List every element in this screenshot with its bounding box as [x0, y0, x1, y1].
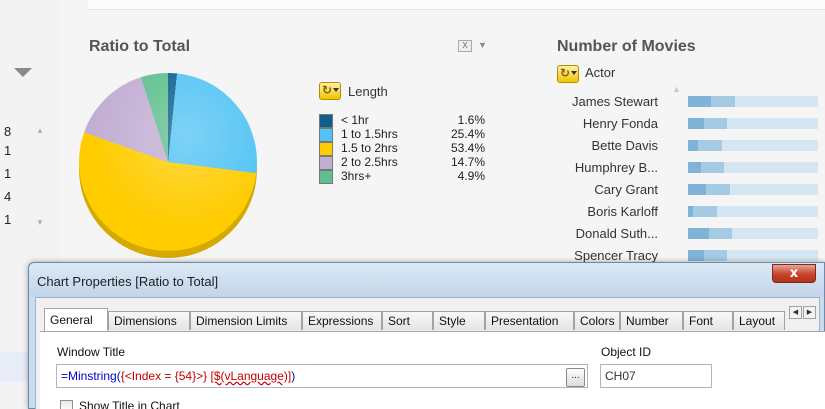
dialog-titlebar[interactable]: Chart Properties [Ratio to Total] x — [29, 263, 824, 297]
actor-name[interactable]: Boris Karloff — [587, 204, 658, 219]
movies-panel-title: Number of Movies — [557, 38, 696, 55]
tab-dimensions[interactable]: Dimensions — [108, 311, 190, 330]
cycle-field-label: Actor — [585, 65, 616, 80]
ratio-panel-title: Ratio to Total — [89, 38, 191, 55]
legend-value: 25.4% — [450, 127, 485, 141]
window-title-label: Window Title — [57, 345, 126, 359]
xl-export-icon[interactable]: X — [458, 40, 472, 52]
chevron-down-icon — [571, 71, 577, 75]
expr-close-paren: ) — [291, 369, 296, 383]
tab-number[interactable]: Number — [620, 311, 683, 330]
tab-scroll-left-icon[interactable]: ◀ — [789, 306, 802, 319]
legend-label: 2 to 2.5hrs — [341, 155, 398, 169]
tab-expressions[interactable]: Expressions — [302, 311, 382, 330]
legend-label: 1 to 1.5hrs — [341, 127, 398, 141]
tab-layout[interactable]: Layout — [733, 311, 785, 330]
legend-label: 1.5 to 2hrs — [341, 141, 398, 155]
actor-bar-value — [688, 250, 704, 261]
cycle-icon: ↻ — [560, 66, 571, 80]
show-title-label: Show Title in Chart — [79, 399, 180, 409]
object-id-input[interactable]: CH07 — [600, 364, 712, 388]
actor-bar[interactable] — [688, 184, 818, 195]
listbox-row[interactable]: 1 — [4, 212, 11, 227]
tab-scroll-right-icon[interactable]: ▶ — [803, 306, 816, 319]
tab-font[interactable]: Font — [683, 311, 733, 330]
legend-value: 53.4% — [450, 141, 485, 155]
cycle-group-button[interactable]: ↻ — [557, 65, 579, 83]
actor-bar-value — [688, 206, 693, 217]
expr-set-analysis: {<Index = {54}>} — [120, 369, 208, 383]
actor-bar-value — [688, 184, 706, 195]
actor-bar[interactable] — [688, 162, 818, 173]
legend-swatch — [319, 128, 333, 142]
cycle-field-label: Length — [348, 84, 388, 99]
listbox-row[interactable]: 4 — [4, 189, 11, 204]
chevron-down-icon — [333, 88, 339, 92]
tab-general[interactable]: General — [44, 308, 108, 331]
actor-bar[interactable] — [688, 206, 818, 217]
listbox-row[interactable]: 1 — [4, 143, 11, 158]
legend-label: < 1hr — [341, 113, 369, 127]
tab-style[interactable]: Style — [433, 311, 485, 330]
actor-bar[interactable] — [688, 96, 818, 107]
actor-bar-value — [688, 162, 701, 173]
scroll-down-icon[interactable]: ▼ — [36, 218, 46, 227]
tab-colors[interactable]: Colors — [574, 311, 620, 330]
window-title-input[interactable]: =Minstring({<Index = {54}>} [$(vLanguage… — [56, 364, 588, 388]
ratio-pie-chart[interactable] — [79, 73, 257, 251]
show-title-checkbox[interactable] — [60, 400, 73, 409]
menu-caret-icon[interactable]: ▼ — [478, 40, 487, 50]
tab-presentation[interactable]: Presentation — [485, 311, 574, 330]
object-id-label: Object ID — [601, 345, 652, 359]
actor-bar-value — [688, 228, 709, 239]
tab-sort[interactable]: Sort — [382, 311, 433, 330]
legend-value: 14.7% — [450, 155, 485, 169]
expr-variable: [$(vLanguage)] — [210, 369, 292, 383]
actor-bar[interactable] — [688, 118, 818, 129]
actor-bar[interactable] — [688, 140, 818, 151]
actor-bar[interactable] — [688, 228, 818, 239]
actor-name[interactable]: Spencer Tracy — [574, 248, 658, 263]
expr-function: Minstring( — [68, 369, 121, 383]
actor-name[interactable]: Cary Grant — [594, 182, 658, 197]
actor-bar-value — [688, 140, 698, 151]
actor-name[interactable]: Henry Fonda — [583, 116, 658, 131]
scroll-up-icon[interactable]: ▲ — [672, 84, 681, 94]
legend-swatch — [319, 114, 333, 128]
expr-equals: = — [61, 369, 69, 383]
dialog-title: Chart Properties [Ratio to Total] — [37, 274, 219, 289]
actor-name[interactable]: James Stewart — [572, 94, 658, 109]
actor-name[interactable]: Humphrey B... — [575, 160, 658, 175]
scroll-up-icon[interactable]: ▲ — [36, 126, 46, 135]
legend-label: 3hrs+ — [341, 169, 372, 183]
close-button[interactable]: x — [772, 264, 816, 283]
actor-bar-value — [688, 96, 711, 107]
expression-browse-button[interactable]: ... — [566, 368, 585, 387]
collapse-arrow-icon[interactable] — [14, 68, 32, 77]
listbox-row[interactable]: 8 — [4, 124, 11, 139]
cycle-group-button[interactable]: ↻ — [319, 82, 341, 100]
actor-bar[interactable] — [688, 250, 818, 261]
sheet-header — [88, 0, 825, 10]
actor-bar-value — [688, 118, 704, 129]
legend-swatch — [319, 156, 333, 170]
tab-dimension-limits[interactable]: Dimension Limits — [190, 311, 302, 330]
actor-name[interactable]: Donald Suth... — [576, 226, 658, 241]
legend-swatch — [319, 170, 333, 184]
legend-value: 1.6% — [457, 113, 485, 127]
legend-value: 4.9% — [457, 169, 485, 183]
listbox-row[interactable]: 1 — [4, 166, 11, 181]
actor-name[interactable]: Bette Davis — [592, 138, 658, 153]
legend-swatch — [319, 142, 333, 156]
cycle-icon: ↻ — [322, 83, 333, 97]
